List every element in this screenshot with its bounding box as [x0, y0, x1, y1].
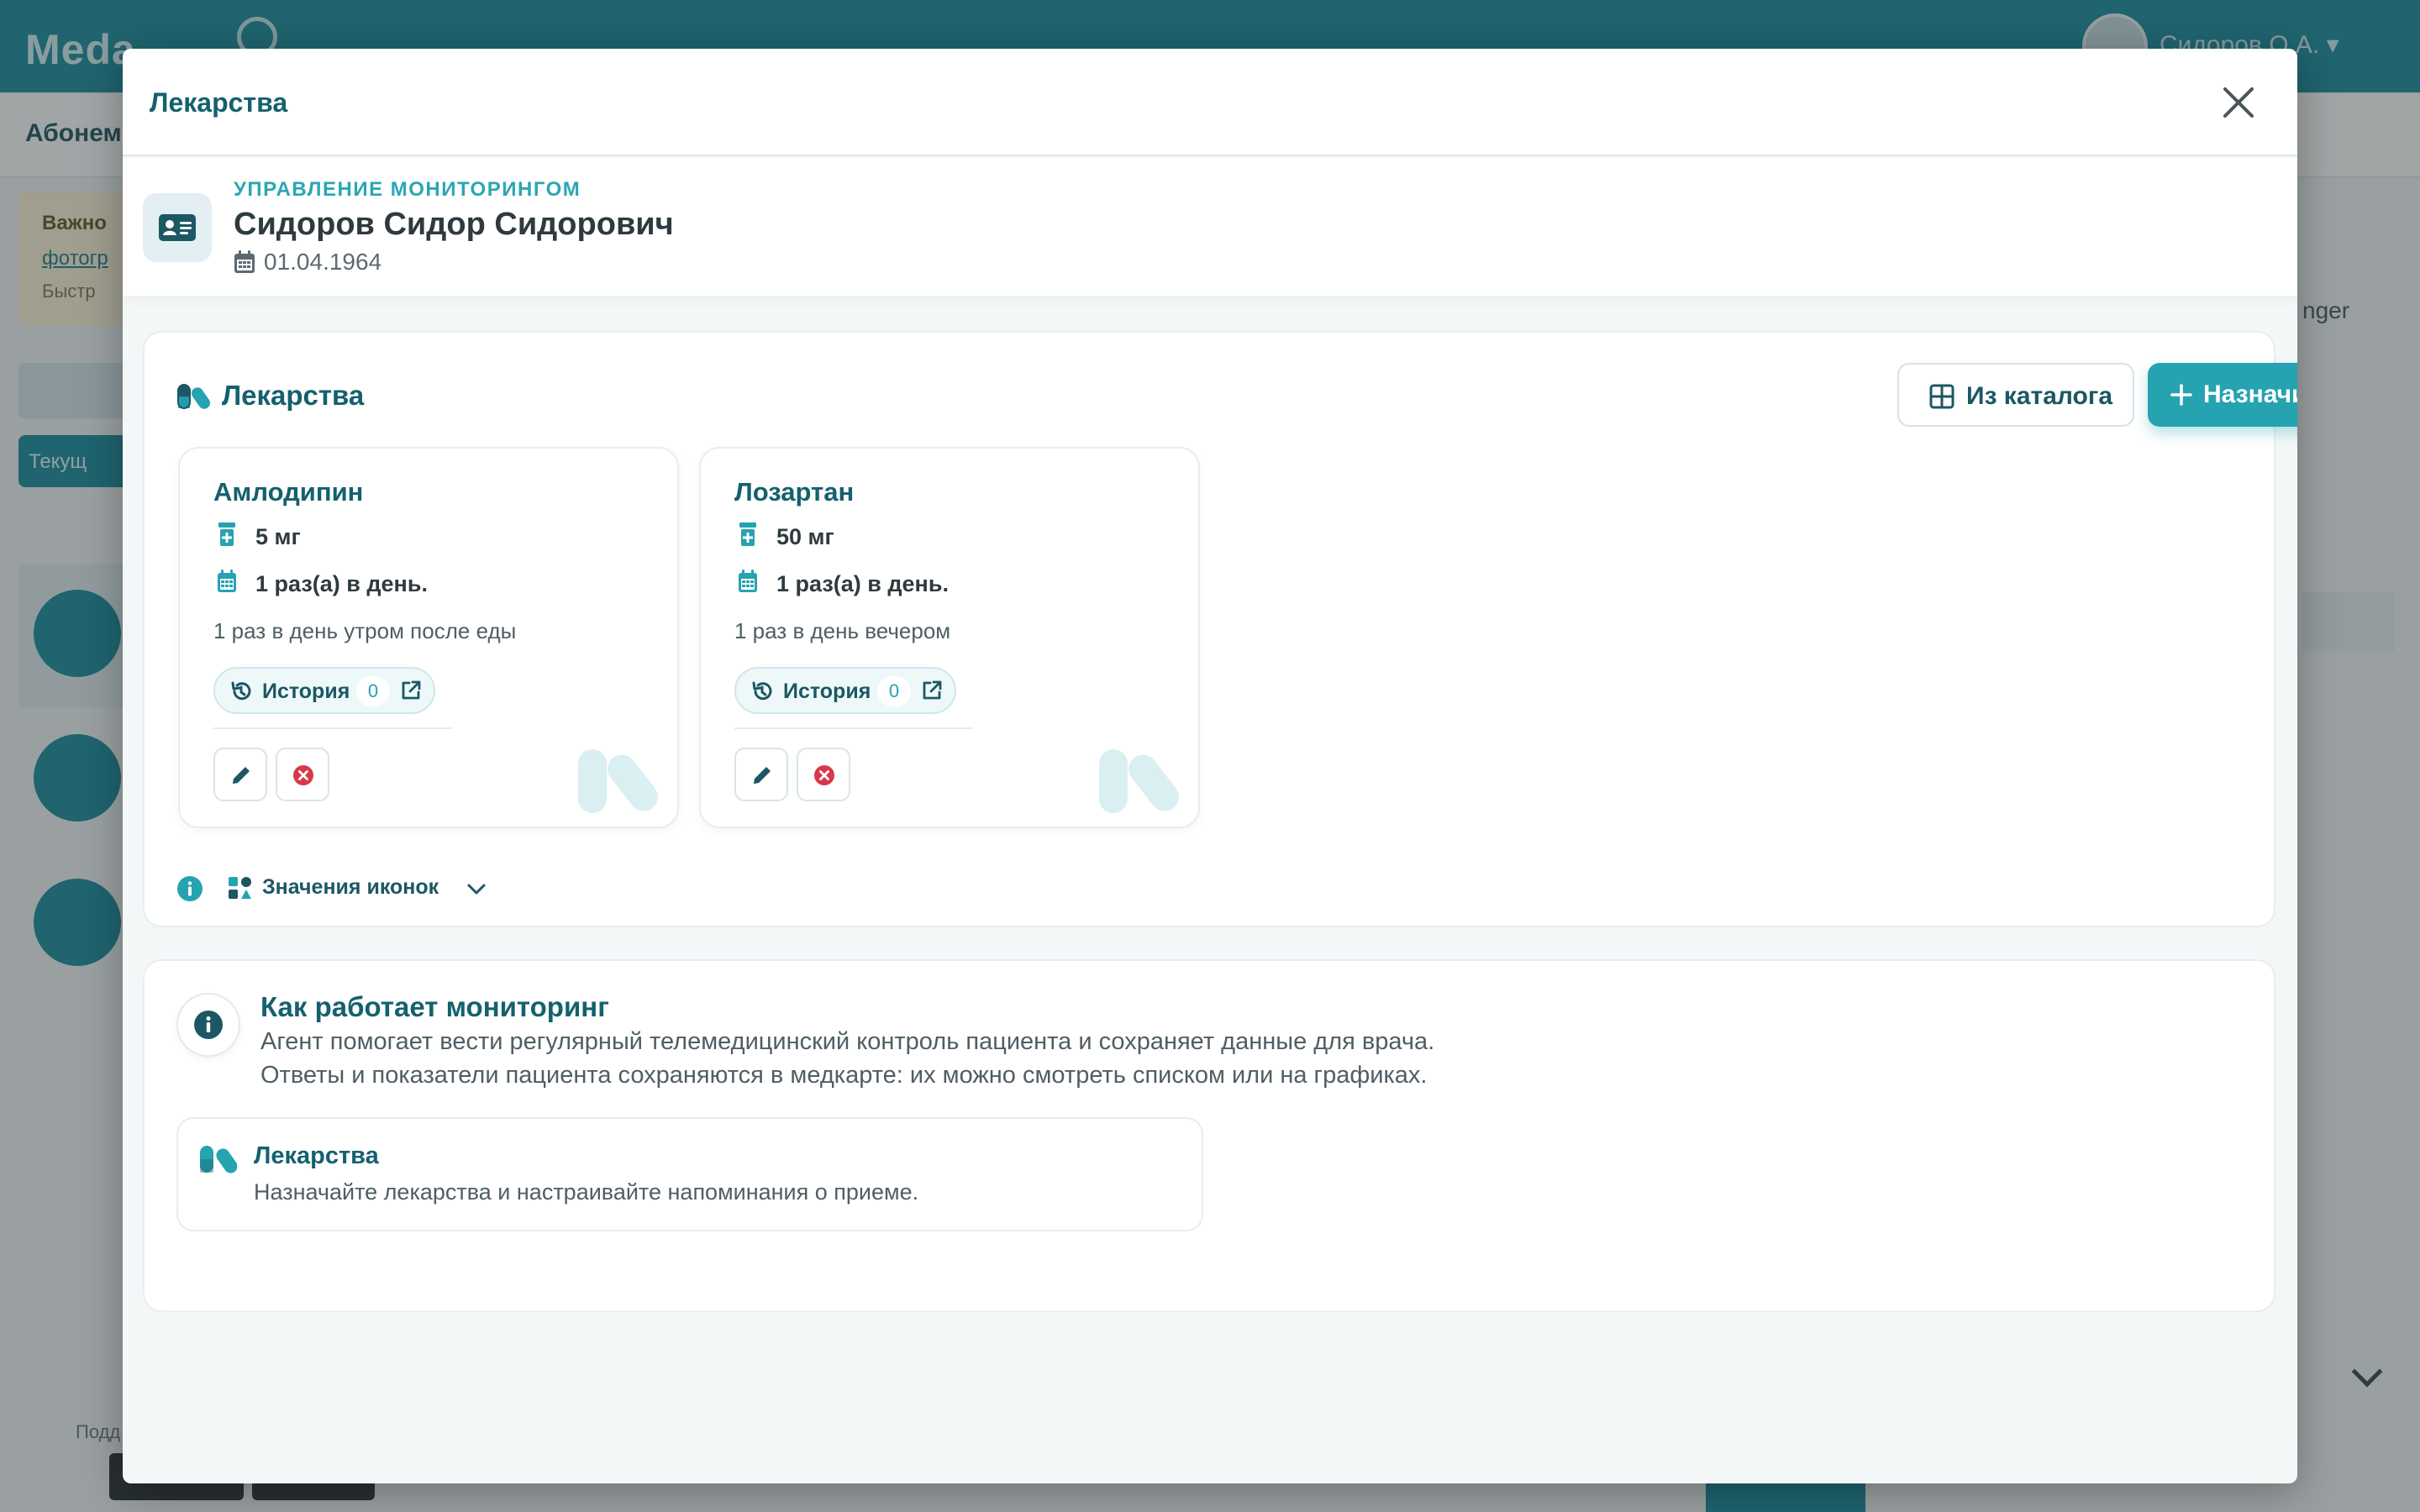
cancel-medication-button[interactable]: [276, 748, 329, 801]
calendar-icon: [234, 250, 255, 273]
pills-watermark-icon: [1099, 749, 1179, 813]
calendar-icon: [218, 570, 236, 592]
info-icon: [194, 1011, 223, 1039]
how-it-works-line-2: Ответы и показатели пациента сохраняются…: [260, 1062, 1428, 1089]
feature-title: Лекарства: [254, 1142, 379, 1169]
patient-name: Сидоров Сидор Сидорович: [234, 207, 674, 242]
history-count-badge: 0: [877, 676, 911, 706]
pencil-icon: [233, 767, 250, 784]
assign-label: Назначить: [2203, 381, 2297, 408]
plus-icon: [2170, 384, 2192, 406]
history-button[interactable]: История 0: [734, 667, 956, 714]
medication-frequency: 1 раз(а) в день.: [255, 571, 428, 596]
medication-card: Амлодипин 5 мг 1 раз(а) в день. 1 раз в …: [178, 447, 679, 828]
medication-dose: 5 мг: [255, 524, 301, 549]
pill-bottle-icon: [218, 522, 235, 546]
card-divider: [734, 727, 973, 729]
modal-header: Лекарства: [123, 49, 2297, 156]
info-icon: [177, 876, 203, 901]
medications-panel: Лекарства Из каталога Назначить Амлодипи…: [143, 331, 2297, 927]
modal-title: Лекарства: [150, 87, 288, 118]
chevron-down-icon[interactable]: [466, 879, 487, 900]
feature-card-medications: Лекарства Назначайте лекарства и настраи…: [176, 1117, 1203, 1231]
history-icon: [231, 681, 251, 701]
history-label: История: [783, 680, 871, 703]
how-info-badge: [176, 993, 240, 1057]
grid-icon: [1929, 384, 1954, 409]
external-link-icon: [923, 680, 942, 700]
pills-icon: [177, 384, 210, 409]
medication-card: Лозартан 50 мг 1 раз(а) в день. 1 раз в …: [699, 447, 1200, 828]
card-divider: [213, 727, 452, 729]
edit-medication-button[interactable]: [734, 748, 788, 801]
feature-description: Назначайте лекарства и настраивайте напо…: [254, 1179, 919, 1205]
how-it-works-line-1: Агент помогает вести регулярный телемеди…: [260, 1028, 1435, 1055]
history-icon: [752, 681, 772, 701]
medication-name: Лозартан: [734, 477, 855, 507]
cancel-medication-button[interactable]: [797, 748, 850, 801]
patient-header: УПРАВЛЕНИЕ МОНИТОРИНГОМ Сидоров Сидор Си…: [123, 158, 2297, 296]
medication-note: 1 раз в день вечером: [734, 618, 951, 643]
id-card-icon: [159, 214, 196, 241]
icon-legend-toggle[interactable]: Значения иконок: [262, 875, 439, 900]
pills-icon: [200, 1146, 237, 1173]
how-it-works-title: Как работает мониторинг: [260, 991, 609, 1022]
how-monitoring-works-panel: Как работает мониторинг Агент помогает в…: [143, 959, 2275, 1312]
edit-medication-button[interactable]: [213, 748, 267, 801]
history-button[interactable]: История 0: [213, 667, 435, 714]
assign-button[interactable]: Назначить: [2148, 363, 2297, 427]
pencil-icon: [754, 767, 771, 784]
medication-frequency: 1 раз(а) в день.: [776, 571, 949, 596]
close-button[interactable]: [2217, 81, 2260, 124]
close-icon: [2223, 87, 2254, 118]
medications-title: Лекарства: [222, 380, 365, 411]
pill-bottle-icon: [739, 522, 756, 546]
patient-section-kicker: УПРАВЛЕНИЕ МОНИТОРИНГОМ: [234, 178, 581, 201]
medication-name: Амлодипин: [213, 477, 364, 507]
medication-dose: 50 мг: [776, 524, 834, 549]
medications-modal: Лекарства УПРАВЛЕНИЕ МОНИТОРИНГОМ Сидоро…: [123, 49, 2297, 1483]
x-circle-icon: [814, 765, 834, 785]
medication-note: 1 раз в день утром после еды: [213, 618, 517, 643]
x-circle-icon: [293, 765, 313, 785]
calendar-icon: [739, 570, 757, 592]
history-label: История: [262, 680, 350, 703]
from-catalog-button[interactable]: Из каталога: [1897, 363, 2134, 427]
patient-birth-date: 01.04.1964: [264, 249, 382, 275]
patient-icon-box: [143, 193, 212, 262]
from-catalog-label: Из каталога: [1966, 382, 2113, 410]
pills-watermark-icon: [578, 749, 658, 813]
shapes-icon: [229, 877, 251, 899]
external-link-icon: [402, 680, 421, 700]
history-count-badge: 0: [356, 676, 390, 706]
